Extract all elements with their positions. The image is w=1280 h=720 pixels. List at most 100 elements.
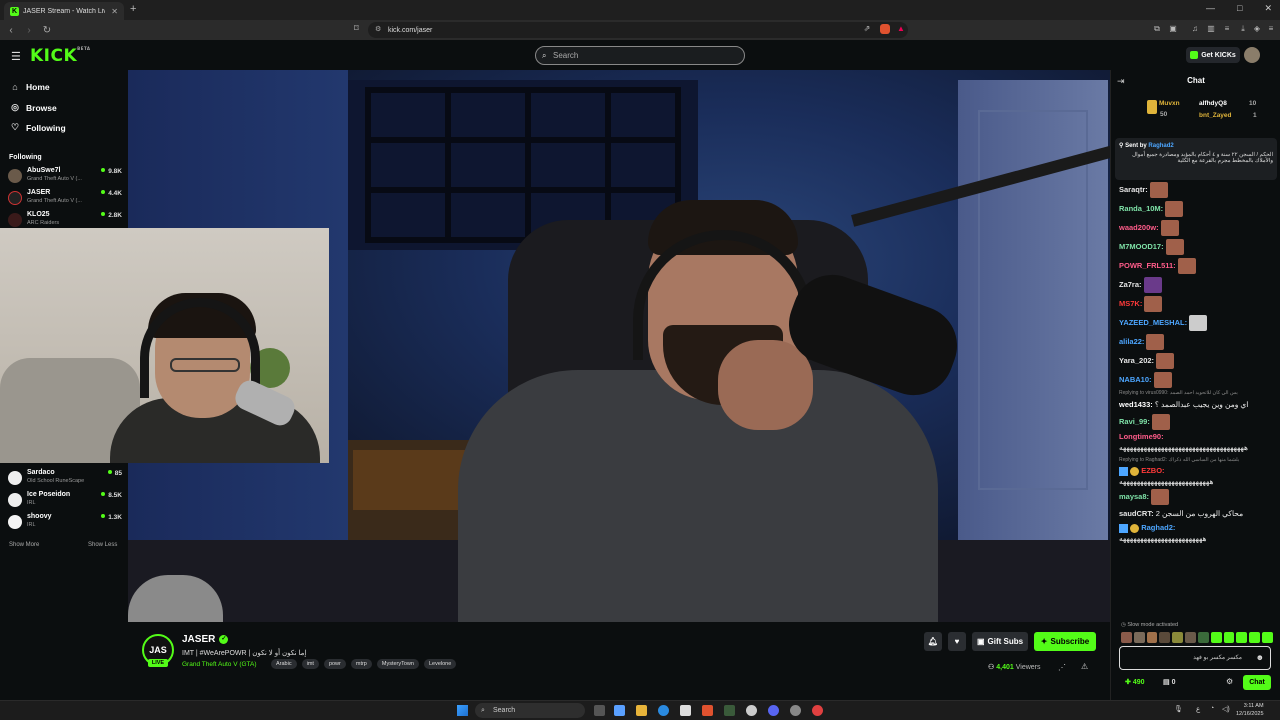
chat-username[interactable]: MS7K: xyxy=(1119,299,1142,308)
nav-following[interactable]: ♡ Following xyxy=(10,122,66,133)
emote-button[interactable] xyxy=(1172,632,1184,643)
chat-username[interactable]: Raghad2: xyxy=(1141,523,1175,532)
kicks-balance[interactable]: ✚ 490 xyxy=(1125,678,1145,686)
show-more-link[interactable]: Show More xyxy=(9,542,39,548)
emoji-picker-icon[interactable]: ☻ xyxy=(1256,647,1264,669)
emote-button[interactable] xyxy=(1146,632,1158,643)
report-icon[interactable]: ⚠ xyxy=(1081,662,1088,671)
chat-username[interactable]: Ravi_99: xyxy=(1119,417,1150,426)
chat-input[interactable]: مكسر مكسر بو فهد ☻ xyxy=(1119,646,1271,670)
chat-username[interactable]: Longtime90: xyxy=(1119,432,1164,441)
system-clock[interactable]: 3:11 AM 12/16/2025 xyxy=(1236,702,1264,718)
gifter-name[interactable]: Muvxn xyxy=(1159,100,1180,107)
hamburger-menu-icon[interactable]: ☰ xyxy=(11,50,21,63)
minimize-button[interactable]: — xyxy=(1206,3,1215,14)
chat-username[interactable]: YAZEED_MESHAL: xyxy=(1119,318,1187,327)
share-page-icon[interactable]: ⇗ xyxy=(862,24,872,34)
chat-username[interactable]: Za7ra: xyxy=(1119,280,1142,289)
chat-username[interactable]: NABA10: xyxy=(1119,375,1152,384)
microphone-icon[interactable]: 🎙︎ xyxy=(1174,705,1183,713)
forward-icon[interactable]: › xyxy=(22,25,36,36)
sidebar-toggle-icon[interactable]: ▥ xyxy=(1206,24,1216,34)
follow-button[interactable]: ♥ xyxy=(948,632,966,651)
get-kicks-button[interactable]: Get KICKs xyxy=(1186,47,1240,63)
task-view-icon[interactable] xyxy=(594,705,605,716)
app-icon[interactable] xyxy=(812,705,823,716)
tag[interactable]: mtrp xyxy=(350,659,372,669)
close-tab-icon[interactable]: ✕ xyxy=(111,7,118,16)
emote-button[interactable] xyxy=(1185,632,1196,643)
gifter-name[interactable]: alfhdyQ8 xyxy=(1199,100,1227,107)
volume-icon[interactable]: ◁) xyxy=(1222,705,1230,713)
new-tab-button[interactable]: + xyxy=(130,3,136,15)
vpn-icon[interactable]: ◈ xyxy=(1252,24,1262,34)
following-channel[interactable]: Ice Poseidon IRL 8.5K xyxy=(8,490,122,510)
gift-subs-button[interactable]: ▣ Gift Subs xyxy=(972,632,1028,651)
url-field[interactable]: ⚙ kick.com/jaser xyxy=(368,22,908,38)
app-icon[interactable] xyxy=(790,705,801,716)
brave-shield-icon[interactable] xyxy=(880,24,890,34)
pinned-message[interactable]: ⚲ Sent by Raghad2 الحكم / السجن ٢٢ سنة و… xyxy=(1115,138,1277,180)
following-channel[interactable]: KLO25 ARC Raiders 2.8K xyxy=(8,210,122,230)
app-icon[interactable] xyxy=(746,705,757,716)
reply-context[interactable]: Replying to virus0990: بس الي كان للاتحو… xyxy=(1119,389,1275,398)
emote-button[interactable] xyxy=(1236,632,1248,643)
app-icon[interactable] xyxy=(724,705,735,716)
send-chat-button[interactable]: Chat xyxy=(1243,675,1271,690)
file-explorer-icon[interactable] xyxy=(636,705,647,716)
following-channel[interactable]: AbuSwe7l Grand Theft Auto V (... 9.8K xyxy=(8,166,122,186)
back-icon[interactable]: ‹ xyxy=(4,25,18,36)
notification-bell-button[interactable]: 🔔︎ xyxy=(924,632,942,651)
stream-category[interactable]: Grand Theft Auto V (GTA) xyxy=(182,661,257,668)
browser-tab[interactable]: K JASER Stream - Watch Live on ✕ xyxy=(4,2,124,20)
browser-menu-icon[interactable]: ≡ xyxy=(1266,24,1276,34)
nav-browse[interactable]: ◎ Browse xyxy=(10,102,57,113)
wifi-icon[interactable]: ◔ xyxy=(1210,705,1214,712)
copilot-icon[interactable] xyxy=(614,705,625,716)
emote-button[interactable] xyxy=(1249,632,1261,643)
following-channel[interactable]: Sardaco Old School RuneScape 85 xyxy=(8,468,122,488)
chat-username[interactable]: saudCRT: xyxy=(1119,509,1154,518)
emote-button[interactable] xyxy=(1197,632,1209,643)
points-balance[interactable]: ▤ 0 xyxy=(1163,678,1175,686)
edge-icon[interactable] xyxy=(658,705,669,716)
gifter-name[interactable]: bnt_Zayed xyxy=(1199,112,1232,119)
nav-home[interactable]: ⌂ Home xyxy=(10,82,49,92)
windows-start-icon[interactable] xyxy=(457,705,468,716)
chat-username[interactable]: Yara_202: xyxy=(1119,356,1154,365)
store-icon[interactable] xyxy=(680,705,691,716)
following-channel[interactable]: shoovy IRL 1.3K xyxy=(8,512,122,532)
tag[interactable]: MysteryTown xyxy=(376,659,419,669)
emote-button[interactable] xyxy=(1210,632,1222,643)
chat-username[interactable]: EZBO: xyxy=(1141,466,1164,475)
user-avatar[interactable] xyxy=(1244,47,1260,63)
emote-button[interactable] xyxy=(1262,632,1273,643)
chat-username[interactable]: POWR_FRL511: xyxy=(1119,261,1176,270)
emote-button[interactable] xyxy=(1121,632,1132,643)
emote-button[interactable] xyxy=(1223,632,1235,643)
chat-username[interactable]: alila22: xyxy=(1119,337,1144,346)
download-icon[interactable]: ⤓ xyxy=(1238,24,1248,34)
menu-bars-icon[interactable]: ≡ xyxy=(1222,24,1232,34)
emote-button[interactable] xyxy=(1159,632,1171,643)
chat-username[interactable]: Randa_10M: xyxy=(1119,204,1163,213)
reply-context[interactable]: Replying to Raghad2: بلشما منها من الساس… xyxy=(1119,456,1275,465)
show-less-link[interactable]: Show Less xyxy=(88,542,117,548)
channel-name[interactable]: JASER ✓ xyxy=(182,634,229,645)
tag[interactable]: Levelone xyxy=(423,659,457,669)
extensions-icon[interactable]: ⧉ xyxy=(1152,24,1162,34)
tag[interactable]: imt xyxy=(301,659,319,669)
chat-username[interactable]: Saraqtr: xyxy=(1119,185,1148,194)
keyboard-language[interactable]: ع xyxy=(1196,705,1200,713)
taskbar-search[interactable]: ⌕ Search xyxy=(475,703,585,718)
kick-logo[interactable]: KICKBETA xyxy=(30,46,90,66)
following-channel[interactable]: JASER Grand Theft Auto V (... 4.4K xyxy=(8,188,122,208)
chat-username[interactable]: waad200w: xyxy=(1119,223,1159,232)
wallet-icon[interactable]: ▣ xyxy=(1168,24,1178,34)
maximize-button[interactable]: □ xyxy=(1237,3,1242,14)
search-input[interactable]: ⌕ Search xyxy=(535,46,745,65)
chat-username[interactable]: maysa8: xyxy=(1119,492,1149,501)
share-icon[interactable]: ⋰ xyxy=(1058,663,1066,672)
tag[interactable]: powr xyxy=(323,659,346,669)
rewards-icon[interactable]: ▲ xyxy=(896,24,906,34)
